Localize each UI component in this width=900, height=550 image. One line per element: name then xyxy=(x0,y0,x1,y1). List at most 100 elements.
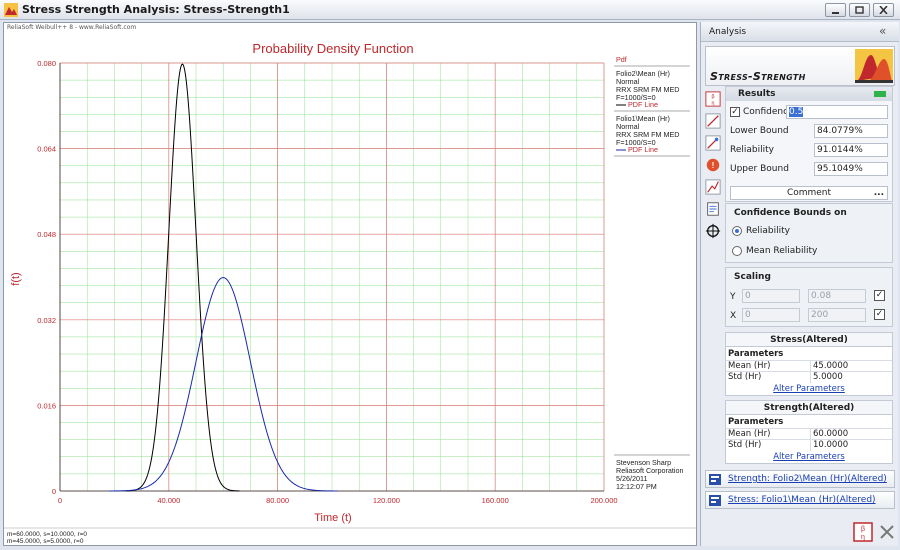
scaling-title: Scaling xyxy=(734,272,771,282)
close-icon xyxy=(879,6,888,14)
svg-text:η: η xyxy=(861,534,865,541)
maximize-button[interactable] xyxy=(849,3,870,17)
x-tick-label: 120.000 xyxy=(373,496,400,505)
stress-std-value: 5.0000 xyxy=(810,372,892,383)
y-axis-label: f(t) xyxy=(10,272,22,285)
upper-bound-field: 95.1049% xyxy=(814,162,888,176)
y-tick-label: 0.080 xyxy=(37,59,56,68)
distribution-logo-icon xyxy=(855,49,893,83)
stress-mean-row: Mean (Hr) 45.0000 xyxy=(726,360,892,372)
window-title: Stress Strength Analysis: Stress-Strengt… xyxy=(22,3,290,16)
panel-header: Analysis « xyxy=(701,22,899,42)
mean-reliability-radio-label[interactable]: Mean Reliability xyxy=(746,246,817,256)
lower-bound-label: Lower Bound xyxy=(730,126,789,136)
calculate-icon[interactable]: β η xyxy=(704,90,722,108)
window-title-bar: Stress Strength Analysis: Stress-Strengt… xyxy=(0,0,900,20)
y-tick-label: 0.048 xyxy=(37,230,56,239)
footer-line: m=60.0000, s=10.0000, r=0 xyxy=(7,531,87,538)
chart-panel[interactable]: ReliaSoft Weibull++ 8 - www.ReliaSoft.co… xyxy=(3,22,697,546)
strength-folio-link[interactable]: Strength: Folio2\Mean (Hr)(Altered) xyxy=(705,470,895,488)
folio-icon xyxy=(709,495,721,506)
stress-mean-key: Mean (Hr) xyxy=(728,361,771,371)
x-tick-label: 40.000 xyxy=(157,496,180,505)
confidence-bounds-title: Confidence Bounds on xyxy=(734,208,847,218)
strength-parameters-section: Strength(Altered) Parameters Mean (Hr) 6… xyxy=(725,400,893,464)
scaling-y-max[interactable]: 0.08 xyxy=(808,289,866,303)
svg-text:η: η xyxy=(712,100,715,106)
pdf-chart[interactable]: 0 40.000 80.000 120.000 160.000 200.000 0 0.016… xyxy=(4,23,696,545)
stress-title: Stress(Altered) xyxy=(726,333,892,347)
strength-std-row: Std (Hr) 10.0000 xyxy=(726,439,892,451)
scaling-x-label: X xyxy=(730,311,737,321)
comment-label: Comment xyxy=(786,188,832,198)
y-tick-label: 0.032 xyxy=(37,316,56,325)
y-tick-label: 0.016 xyxy=(37,401,56,410)
stress-std-row: Std (Hr) 5.0000 xyxy=(726,371,892,383)
strength-params-label: Parameters xyxy=(728,417,784,427)
strength-mean-key: Mean (Hr) xyxy=(728,429,771,439)
plot-edit-icon[interactable] xyxy=(704,134,722,152)
minimize-icon xyxy=(832,12,839,14)
stress-params-label: Parameters xyxy=(728,349,784,359)
close-button[interactable] xyxy=(873,3,894,17)
chart-info-block: Stevenson Sharp Reliasoft Corporation 5/… xyxy=(614,454,690,491)
confidence-input[interactable]: 0.5 xyxy=(786,105,888,119)
results-title: Results xyxy=(738,89,776,99)
strength-title: Strength(Altered) xyxy=(726,401,892,415)
reliability-radio-label[interactable]: Reliability xyxy=(746,226,790,236)
warning-icon[interactable]: ! xyxy=(704,156,722,174)
strength-folio-link-label[interactable]: Strength: Folio2\Mean (Hr)(Altered) xyxy=(728,474,887,484)
y-tick-label: 0.064 xyxy=(37,145,56,154)
maximize-icon xyxy=(855,6,864,14)
chart-legend: Pdf Folio2\Mean (Hr) Normal RRX SRM FM M… xyxy=(614,55,690,157)
stress-strength-logo: Stress-Strength xyxy=(705,46,895,86)
svg-text:β: β xyxy=(711,94,714,100)
stress-folio-link[interactable]: Stress: Folio1\Mean (Hr)(Altered) xyxy=(705,491,895,509)
scaling-x-min[interactable]: 0 xyxy=(742,308,800,322)
x-tick-label: 0 xyxy=(58,496,62,505)
strength-std-value: 10.0000 xyxy=(810,440,892,451)
x-tick-label: 160.000 xyxy=(482,496,509,505)
results-header: Results xyxy=(726,87,892,101)
panel-title: Analysis xyxy=(709,27,747,37)
scaling-y-min[interactable]: 0 xyxy=(742,289,800,303)
strength-std-key: Std (Hr) xyxy=(728,440,762,450)
tools-icon[interactable] xyxy=(877,522,897,542)
stress-alter-parameters-link[interactable]: Alter Parameters xyxy=(726,384,892,394)
reliability-label: Reliability xyxy=(730,145,774,155)
x-axis-label: Time (t) xyxy=(314,512,351,524)
collapse-icon[interactable]: « xyxy=(879,24,886,38)
reliability-field: 91.0144% xyxy=(814,143,888,157)
report-icon[interactable] xyxy=(704,200,722,218)
comment-button[interactable]: Comment ... xyxy=(730,186,888,200)
plot-line-icon[interactable] xyxy=(704,112,722,130)
chart-title: Probability Density Function xyxy=(252,41,413,56)
info-time: 12:12:07 PM xyxy=(616,482,657,491)
scaling-x-max[interactable]: 200 xyxy=(808,308,866,322)
upper-bound-label: Upper Bound xyxy=(730,164,789,174)
y-tick-label: 0 xyxy=(52,487,56,496)
legend-line-label: PDF Line xyxy=(628,145,658,154)
scaling-x-checkbox[interactable]: ✓ xyxy=(874,309,885,320)
target-icon[interactable] xyxy=(704,222,722,240)
legend-header: Pdf xyxy=(616,55,627,64)
scaling-y-label: Y xyxy=(730,292,736,302)
analysis-panel: Analysis « Stress-Strength β η ! Results… xyxy=(700,22,899,546)
confidence-checkbox[interactable]: ✓ xyxy=(730,107,740,117)
lower-bound-field: 84.0779% xyxy=(814,124,888,138)
strength-mean-row: Mean (Hr) 60.0000 xyxy=(726,428,892,440)
mean-reliability-radio[interactable] xyxy=(732,246,742,256)
stress-std-key: Std (Hr) xyxy=(728,372,762,382)
reliability-radio[interactable] xyxy=(732,226,742,236)
minimize-button[interactable] xyxy=(825,3,846,17)
folio-icon xyxy=(709,474,721,485)
stress-folio-link-label[interactable]: Stress: Folio1\Mean (Hr)(Altered) xyxy=(728,495,876,505)
calculate-icon[interactable]: β η xyxy=(853,522,873,542)
svg-text:β: β xyxy=(861,526,865,533)
strength-alter-parameters-link[interactable]: Alter Parameters xyxy=(726,452,892,462)
svg-text:!: ! xyxy=(712,161,715,170)
comment-more-icon[interactable]: ... xyxy=(874,187,884,199)
footer-line: m=45.0000, s=5.0000, r=0 xyxy=(7,538,84,545)
scaling-y-checkbox[interactable]: ✓ xyxy=(874,290,885,301)
chart-tool-icon[interactable] xyxy=(704,178,722,196)
